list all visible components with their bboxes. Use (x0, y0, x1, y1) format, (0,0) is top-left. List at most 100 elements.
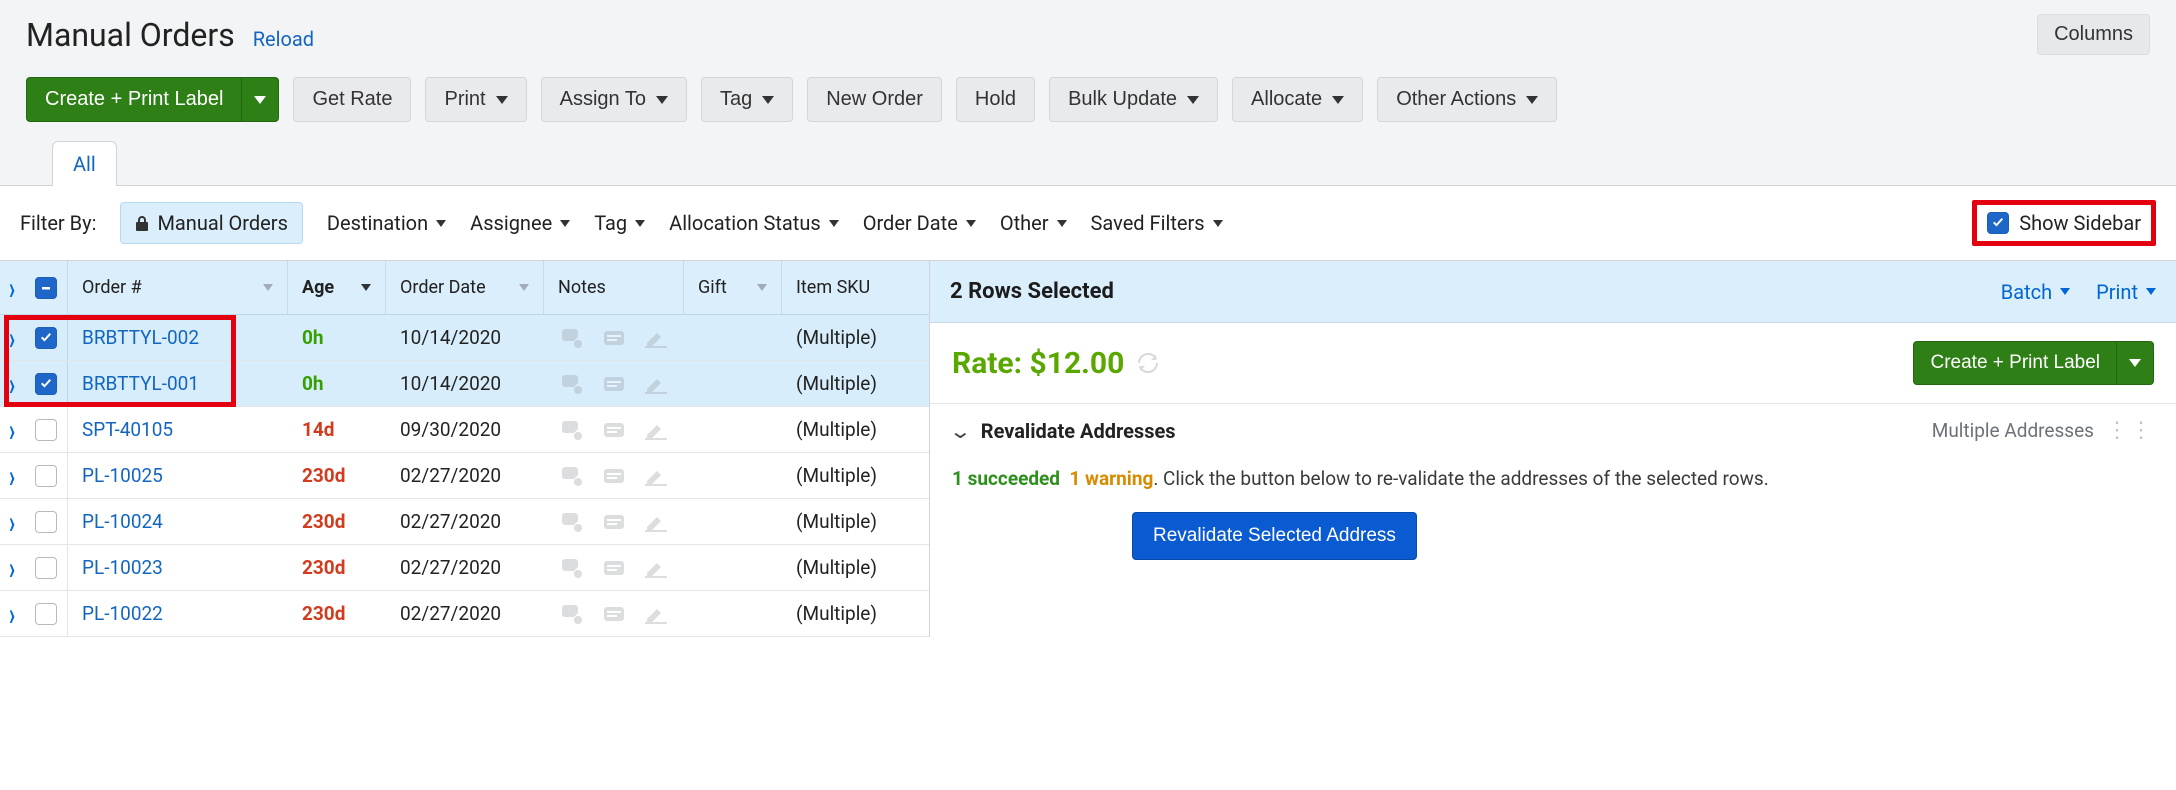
succeeded-count: 1 succeeded (952, 467, 1060, 490)
select-all-checkbox[interactable] (24, 261, 68, 314)
internal-note-icon[interactable] (600, 602, 628, 626)
item-sku: (Multiple) (796, 418, 877, 441)
order-link[interactable]: BRBTTYL-002 (82, 326, 199, 349)
table-row[interactable]: › BRBTTYL-001 0h 10/14/2020 (Multiple) (0, 361, 929, 407)
row-expand[interactable]: › (0, 453, 24, 498)
item-sku: (Multiple) (796, 464, 877, 487)
order-link[interactable]: PL-10024 (82, 510, 163, 533)
customer-note-icon[interactable] (558, 602, 586, 626)
table-row[interactable]: › PL-10023 230d 02/27/2020 (Multiple) (0, 545, 929, 591)
internal-note-icon[interactable] (600, 510, 628, 534)
expand-all[interactable]: › (0, 261, 24, 314)
col-order-date[interactable]: Order Date (386, 261, 544, 314)
col-gift[interactable]: Gift (684, 261, 782, 314)
order-link[interactable]: PL-10022 (82, 602, 163, 625)
hold-button[interactable]: Hold (956, 77, 1035, 122)
reload-link[interactable]: Reload (253, 27, 314, 51)
edit-note-icon[interactable] (642, 326, 670, 350)
order-link[interactable]: PL-10025 (82, 464, 163, 487)
filter-saved-filters[interactable]: Saved Filters (1091, 211, 1223, 235)
col-age[interactable]: Age (288, 261, 386, 314)
row-checkbox[interactable] (24, 545, 68, 590)
internal-note-icon[interactable] (600, 556, 628, 580)
sidebar-create-print-button[interactable]: Create + Print Label (1913, 341, 2117, 385)
filter-order-date[interactable]: Order Date (863, 211, 976, 235)
table-row[interactable]: › PL-10025 230d 02/27/2020 (Multiple) (0, 453, 929, 499)
col-notes[interactable]: Notes (544, 261, 684, 314)
refresh-icon[interactable] (1136, 351, 1160, 375)
note-icons (558, 418, 670, 442)
filter-destination[interactable]: Destination (327, 211, 446, 235)
tag-button[interactable]: Tag (701, 77, 793, 122)
customer-note-icon[interactable] (558, 326, 586, 350)
age-value: 230d (302, 510, 345, 533)
sidebar-create-print-dropdown[interactable] (2117, 341, 2154, 385)
row-checkbox[interactable] (24, 361, 68, 406)
edit-note-icon[interactable] (642, 464, 670, 488)
filter-assignee[interactable]: Assignee (470, 211, 570, 235)
chevron-down-icon[interactable]: ⌄ (949, 419, 972, 443)
tab-all[interactable]: All (52, 141, 117, 186)
edit-note-icon[interactable] (642, 418, 670, 442)
col-item-sku[interactable]: Item SKU (782, 261, 929, 314)
row-checkbox[interactable] (24, 407, 68, 452)
table-row[interactable]: › PL-10024 230d 02/27/2020 (Multiple) (0, 499, 929, 545)
order-link[interactable]: SPT-40105 (82, 418, 173, 441)
customer-note-icon[interactable] (558, 418, 586, 442)
customer-note-icon[interactable] (558, 464, 586, 488)
row-expand[interactable]: › (0, 591, 24, 636)
show-sidebar-toggle[interactable]: Show Sidebar (1972, 200, 2156, 246)
row-checkbox[interactable] (24, 499, 68, 544)
row-expand[interactable]: › (0, 499, 24, 544)
edit-note-icon[interactable] (642, 510, 670, 534)
filter-tag[interactable]: Tag (594, 211, 645, 235)
allocate-button[interactable]: Allocate (1232, 77, 1363, 122)
revalidate-button[interactable]: Revalidate Selected Address (1132, 512, 1417, 560)
sort-icon (757, 284, 767, 291)
row-checkbox[interactable] (24, 453, 68, 498)
order-link[interactable]: BRBTTYL-001 (82, 372, 199, 395)
print-button[interactable]: Print (425, 77, 526, 122)
table-row[interactable]: › PL-10022 230d 02/27/2020 (Multiple) (0, 591, 929, 637)
filter-manual-orders[interactable]: Manual Orders (120, 202, 302, 244)
caret-down-icon (496, 96, 508, 104)
assign-to-button[interactable]: Assign To (541, 77, 687, 122)
order-link[interactable]: PL-10023 (82, 556, 163, 579)
rate-value: Rate: $12.00 (952, 346, 1160, 381)
edit-note-icon[interactable] (642, 556, 670, 580)
edit-note-icon[interactable] (642, 372, 670, 396)
create-print-dropdown[interactable] (242, 77, 279, 122)
row-expand[interactable]: › (0, 361, 24, 406)
other-actions-button[interactable]: Other Actions (1377, 77, 1557, 122)
bulk-update-button[interactable]: Bulk Update (1049, 77, 1218, 122)
col-order[interactable]: Order # (68, 261, 288, 314)
internal-note-icon[interactable] (600, 418, 628, 442)
edit-note-icon[interactable] (642, 602, 670, 626)
customer-note-icon[interactable] (558, 556, 586, 580)
drag-handle-icon[interactable]: ⋮⋮ (2106, 418, 2154, 443)
batch-action[interactable]: Batch (2001, 280, 2070, 304)
filter-bar: Filter By: Manual Orders Destination Ass… (0, 186, 2176, 261)
row-expand[interactable]: › (0, 545, 24, 590)
new-order-button[interactable]: New Order (807, 77, 942, 122)
note-icons (558, 556, 670, 580)
row-expand[interactable]: › (0, 315, 24, 360)
table-row[interactable]: › SPT-40105 14d 09/30/2020 (Multiple) (0, 407, 929, 453)
table-row[interactable]: › BRBTTYL-002 0h 10/14/2020 (Multiple) (0, 315, 929, 361)
customer-note-icon[interactable] (558, 372, 586, 396)
row-checkbox[interactable] (24, 315, 68, 360)
columns-button[interactable]: Columns (2037, 14, 2150, 55)
row-expand[interactable]: › (0, 407, 24, 452)
internal-note-icon[interactable] (600, 464, 628, 488)
get-rate-button[interactable]: Get Rate (293, 77, 411, 122)
orders-grid: › Order # Age Order Date Notes Gift Item… (0, 261, 930, 637)
filter-other[interactable]: Other (1000, 211, 1067, 235)
print-action[interactable]: Print (2096, 280, 2156, 304)
internal-note-icon[interactable] (600, 372, 628, 396)
customer-note-icon[interactable] (558, 510, 586, 534)
row-checkbox[interactable] (24, 591, 68, 636)
create-print-button[interactable]: Create + Print Label (26, 77, 242, 122)
internal-note-icon[interactable] (600, 326, 628, 350)
filter-allocation-status[interactable]: Allocation Status (669, 211, 839, 235)
age-value: 230d (302, 464, 345, 487)
